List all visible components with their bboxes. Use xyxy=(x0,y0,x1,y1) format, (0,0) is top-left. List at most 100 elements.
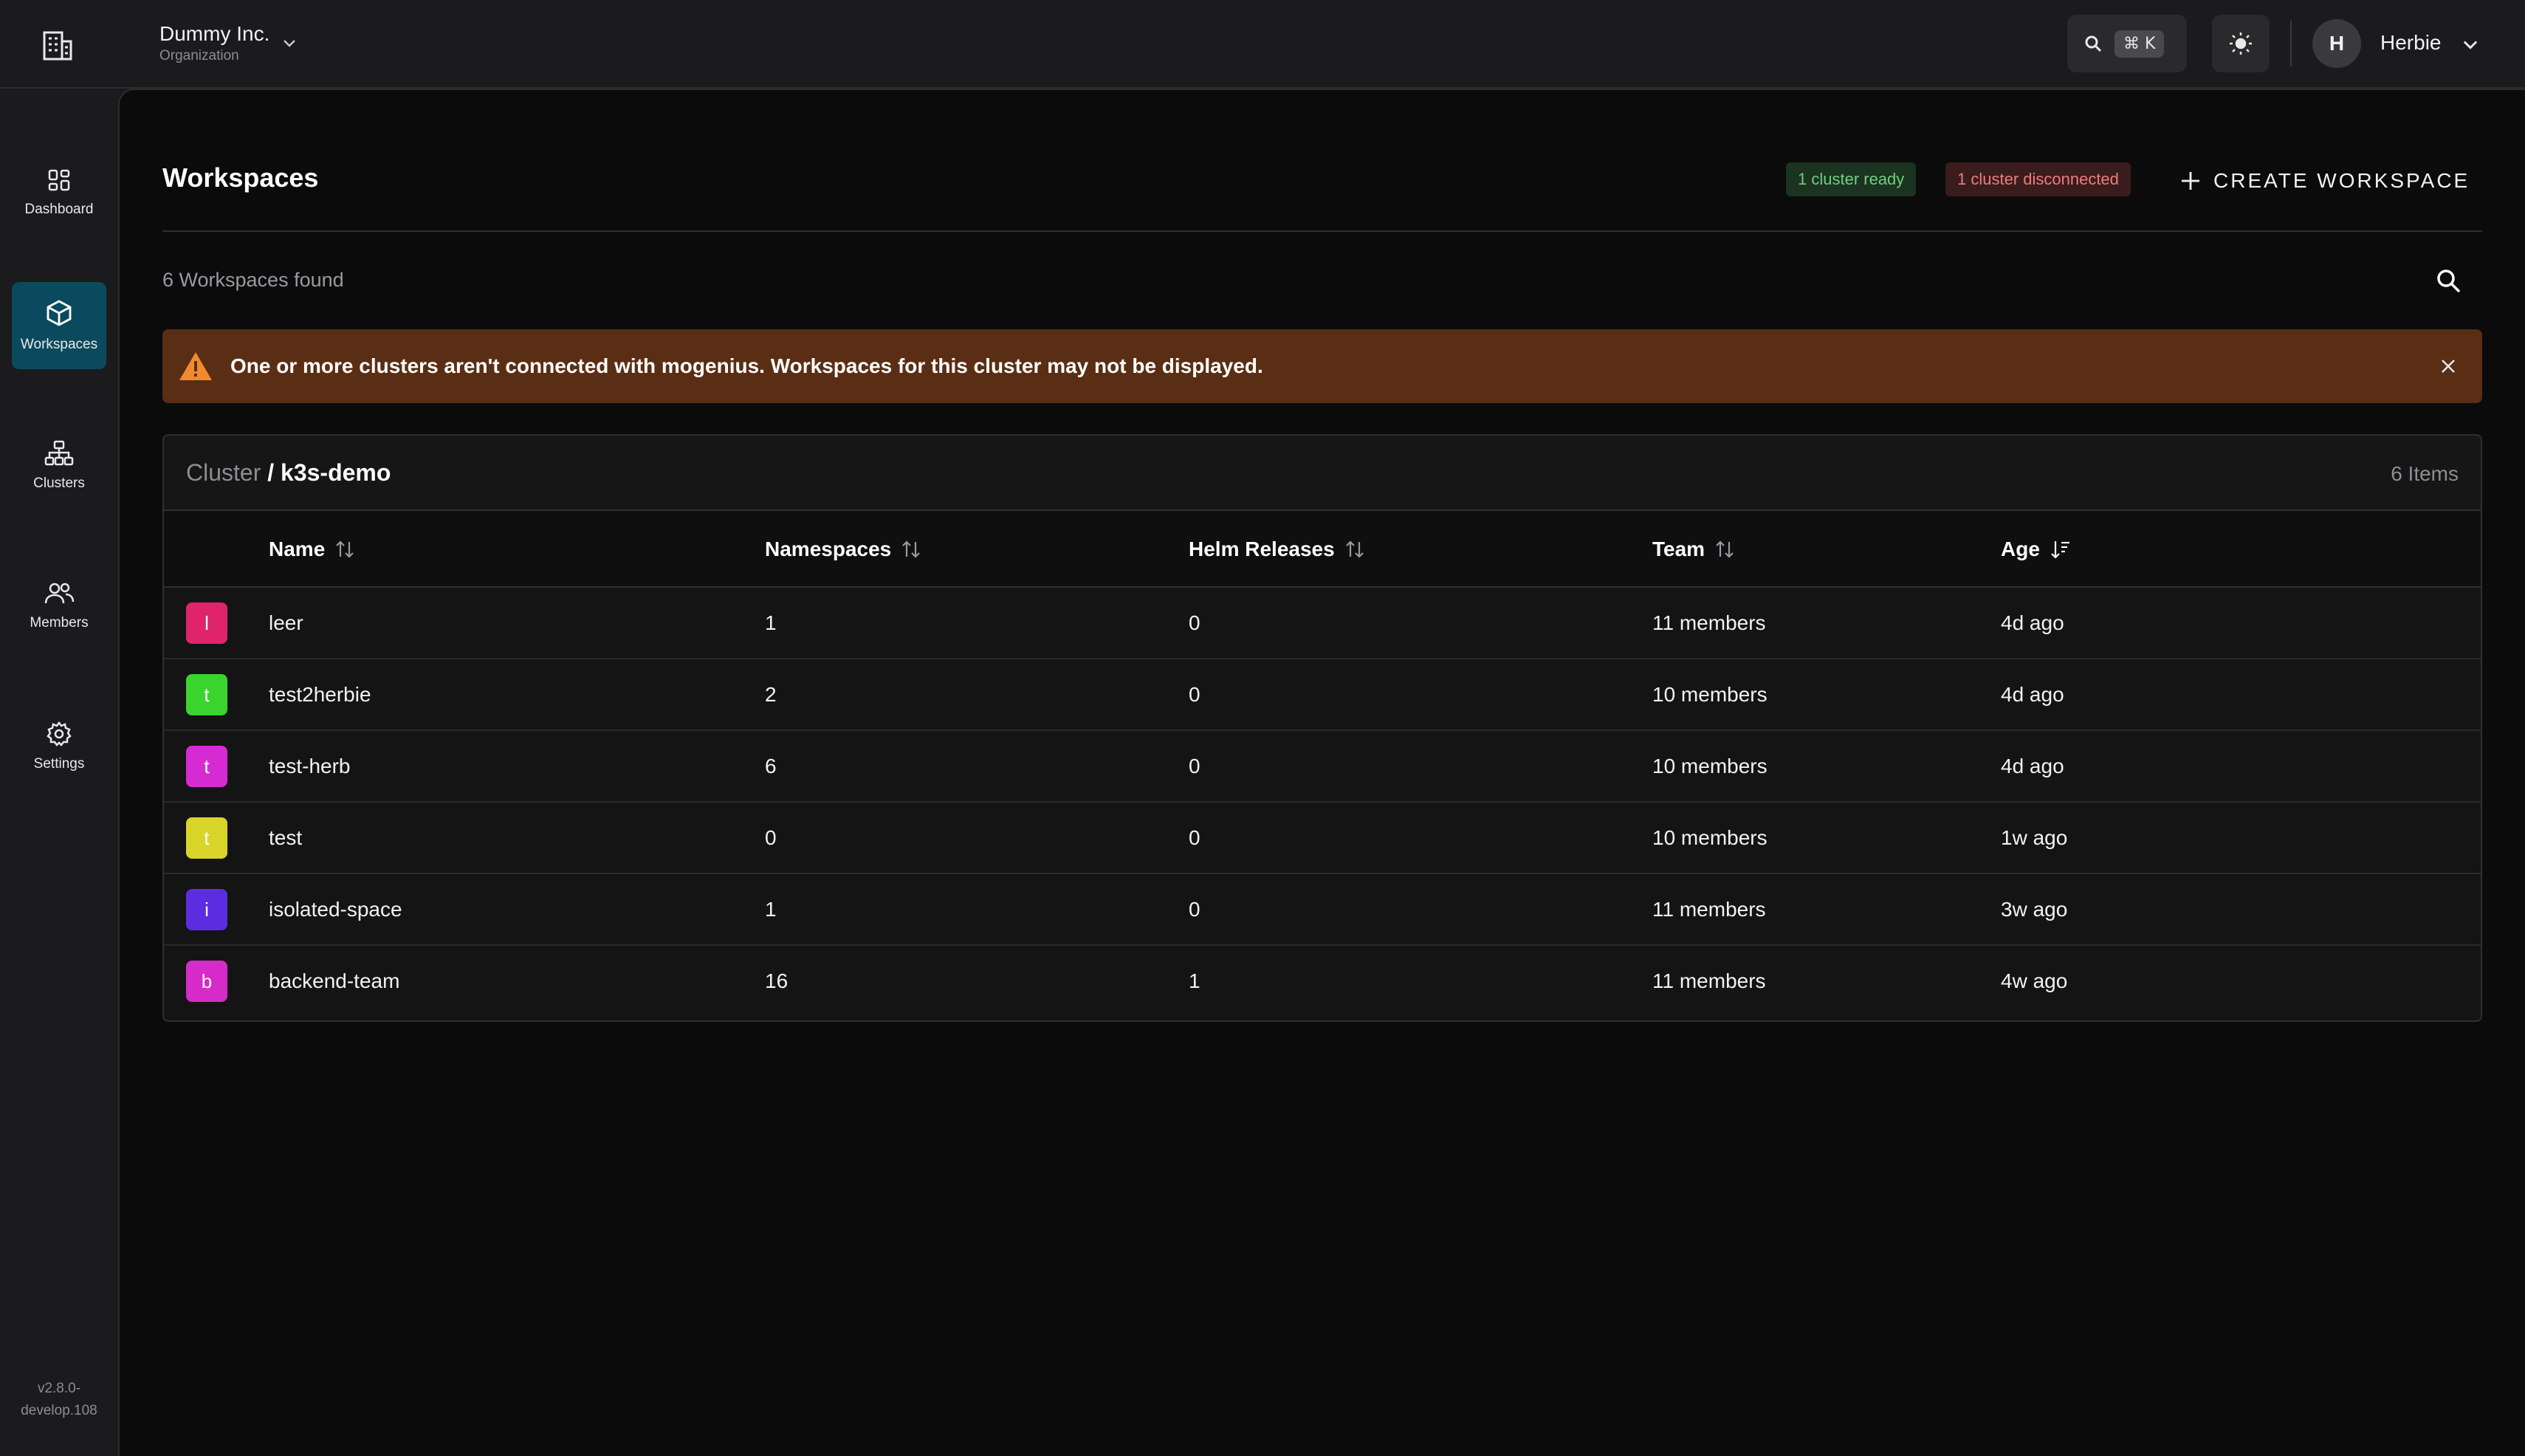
column-header-label: Age xyxy=(2001,538,2040,560)
sidebar-item-label: Clusters xyxy=(33,475,85,491)
version-line: v2.8.0- xyxy=(37,1381,81,1396)
helm-releases-cell: 0 xyxy=(1189,755,1200,777)
sidebar-item-workspaces[interactable]: Workspaces xyxy=(12,282,106,369)
helm-releases-cell: 0 xyxy=(1189,898,1200,921)
breadcrumb-prefix[interactable]: Cluster xyxy=(186,459,261,486)
sidebar-item-label: Settings xyxy=(33,756,85,772)
helm-releases-cell: 1 xyxy=(1189,969,1200,992)
organization-name: Dummy Inc. xyxy=(159,22,270,45)
workspace-name[interactable]: test-herb xyxy=(269,755,351,778)
column-header-helm-releases[interactable]: Helm Releases xyxy=(1189,538,1364,561)
namespaces-cell: 6 xyxy=(765,755,777,777)
workspace-avatar: t xyxy=(186,674,227,715)
version-line: develop.108 xyxy=(21,1403,97,1418)
column-header-label: Name xyxy=(269,538,326,560)
sidebar-item-label: Members xyxy=(30,615,89,631)
namespaces-cell: 1 xyxy=(765,898,777,921)
team-cell: 10 members xyxy=(1652,755,1768,777)
team-cell: 10 members xyxy=(1652,826,1768,849)
sidebar-item-label: Workspaces xyxy=(20,337,98,352)
helm-releases-cell: 0 xyxy=(1189,611,1200,634)
top-bar: Dummy Inc. Organization ⌘ K H Herbie xyxy=(0,0,2525,89)
sort-icon xyxy=(902,540,921,558)
table-row[interactable]: t test-herb 6 0 10 members 4d ago xyxy=(164,731,2481,803)
theme-toggle-button[interactable] xyxy=(2212,15,2270,72)
sidebar-item-settings[interactable]: Settings xyxy=(12,703,106,790)
close-alert-button[interactable] xyxy=(2435,353,2462,380)
status-badge-disconnected: 1 cluster disconnected xyxy=(1945,162,2131,196)
namespaces-cell: 2 xyxy=(765,683,777,706)
members-icon xyxy=(44,583,75,604)
sidebar-item-label: Dashboard xyxy=(24,202,94,217)
table-row[interactable]: b backend-team 16 1 11 members 4w ago xyxy=(164,946,2481,1017)
workspace-name[interactable]: leer xyxy=(269,611,303,635)
table-row[interactable]: i isolated-space 1 0 11 members 3w ago xyxy=(164,874,2481,946)
search-icon xyxy=(2085,35,2102,52)
workspace-avatar: i xyxy=(186,889,227,930)
close-icon xyxy=(2442,360,2455,373)
workspace-name[interactable]: test xyxy=(269,826,302,850)
alert-message: One or more clusters aren't connected wi… xyxy=(230,354,1263,377)
sort-icon xyxy=(1716,540,1734,558)
sort-descending-icon xyxy=(2051,541,2069,559)
user-avatar[interactable]: H xyxy=(2312,19,2361,68)
team-cell: 11 members xyxy=(1652,898,1766,921)
search-button[interactable] xyxy=(2430,263,2466,298)
sidebar-item-dashboard[interactable]: Dashboard xyxy=(12,149,106,236)
organization-building-icon[interactable] xyxy=(38,27,77,65)
workspaces-card: Cluster / k3s-demo 6 Items Name Namespac… xyxy=(162,434,2482,1022)
age-cell: 4d ago xyxy=(2001,755,2064,777)
age-cell: 4d ago xyxy=(2001,683,2064,706)
column-header-label: Team xyxy=(1652,538,1705,560)
sidebar-item-clusters[interactable]: Clusters xyxy=(12,422,106,509)
warning-alert: One or more clusters aren't connected wi… xyxy=(162,329,2482,403)
workspace-name[interactable]: backend-team xyxy=(269,969,399,993)
card-header: Cluster / k3s-demo 6 Items xyxy=(164,436,2481,511)
results-count: 6 Workspaces found xyxy=(162,269,344,291)
table-row[interactable]: t test 0 0 10 members 1w ago xyxy=(164,803,2481,874)
helm-releases-cell: 0 xyxy=(1189,683,1200,706)
search-icon xyxy=(2437,269,2461,293)
chevron-down-icon[interactable] xyxy=(281,34,298,52)
user-name[interactable]: Herbie xyxy=(2380,31,2441,55)
items-count: 6 Items xyxy=(2391,462,2459,485)
age-cell: 1w ago xyxy=(2001,826,2068,849)
sort-icon xyxy=(336,540,354,558)
dashboard-icon xyxy=(48,169,70,191)
status-badge-ready: 1 cluster ready xyxy=(1786,162,1917,196)
plus-icon xyxy=(2182,172,2199,190)
workspace-avatar: t xyxy=(186,817,227,859)
breadcrumb-cluster-name: k3s-demo xyxy=(281,459,391,486)
organization-subtitle: Organization xyxy=(159,48,239,63)
workspace-name[interactable]: test2herbie xyxy=(269,683,371,707)
column-header-team[interactable]: Team xyxy=(1652,538,1734,561)
warning-icon xyxy=(179,352,212,380)
workspace-name[interactable]: isolated-space xyxy=(269,898,402,921)
table-row[interactable]: t test2herbie 2 0 10 members 4d ago xyxy=(164,659,2481,731)
table-header: Name Namespaces Helm Releases Team Age xyxy=(164,511,2481,588)
sort-icon xyxy=(1345,540,1364,558)
column-header-age[interactable]: Age xyxy=(2001,538,2071,561)
team-cell: 10 members xyxy=(1652,683,1768,706)
team-cell: 11 members xyxy=(1652,611,1766,634)
create-workspace-button[interactable]: CREATE WORKSPACE xyxy=(2179,164,2470,198)
sidebar: Dashboard Workspaces Clusters Members Se… xyxy=(0,89,118,1456)
workspace-avatar: l xyxy=(186,602,227,644)
app-root: Dummy Inc. Organization ⌘ K H Herbie Das… xyxy=(0,0,2525,1456)
namespaces-cell: 0 xyxy=(765,826,777,849)
workspace-avatar: t xyxy=(186,746,227,787)
namespaces-cell: 1 xyxy=(765,611,777,634)
team-cell: 11 members xyxy=(1652,969,1766,992)
age-cell: 4d ago xyxy=(2001,611,2064,634)
workspace-avatar: b xyxy=(186,961,227,1002)
namespaces-cell: 16 xyxy=(765,969,789,992)
organization-switcher[interactable]: Dummy Inc. Organization xyxy=(159,21,269,65)
age-cell: 3w ago xyxy=(2001,898,2068,921)
column-header-namespaces[interactable]: Namespaces xyxy=(765,538,921,561)
column-header-name[interactable]: Name xyxy=(269,538,354,561)
helm-releases-cell: 0 xyxy=(1189,826,1200,849)
chevron-down-icon[interactable] xyxy=(2460,34,2481,55)
sidebar-item-members[interactable]: Members xyxy=(12,563,106,650)
search-command-button[interactable]: ⌘ K xyxy=(2067,15,2187,72)
table-row[interactable]: l leer 1 0 11 members 4d ago xyxy=(164,588,2481,659)
